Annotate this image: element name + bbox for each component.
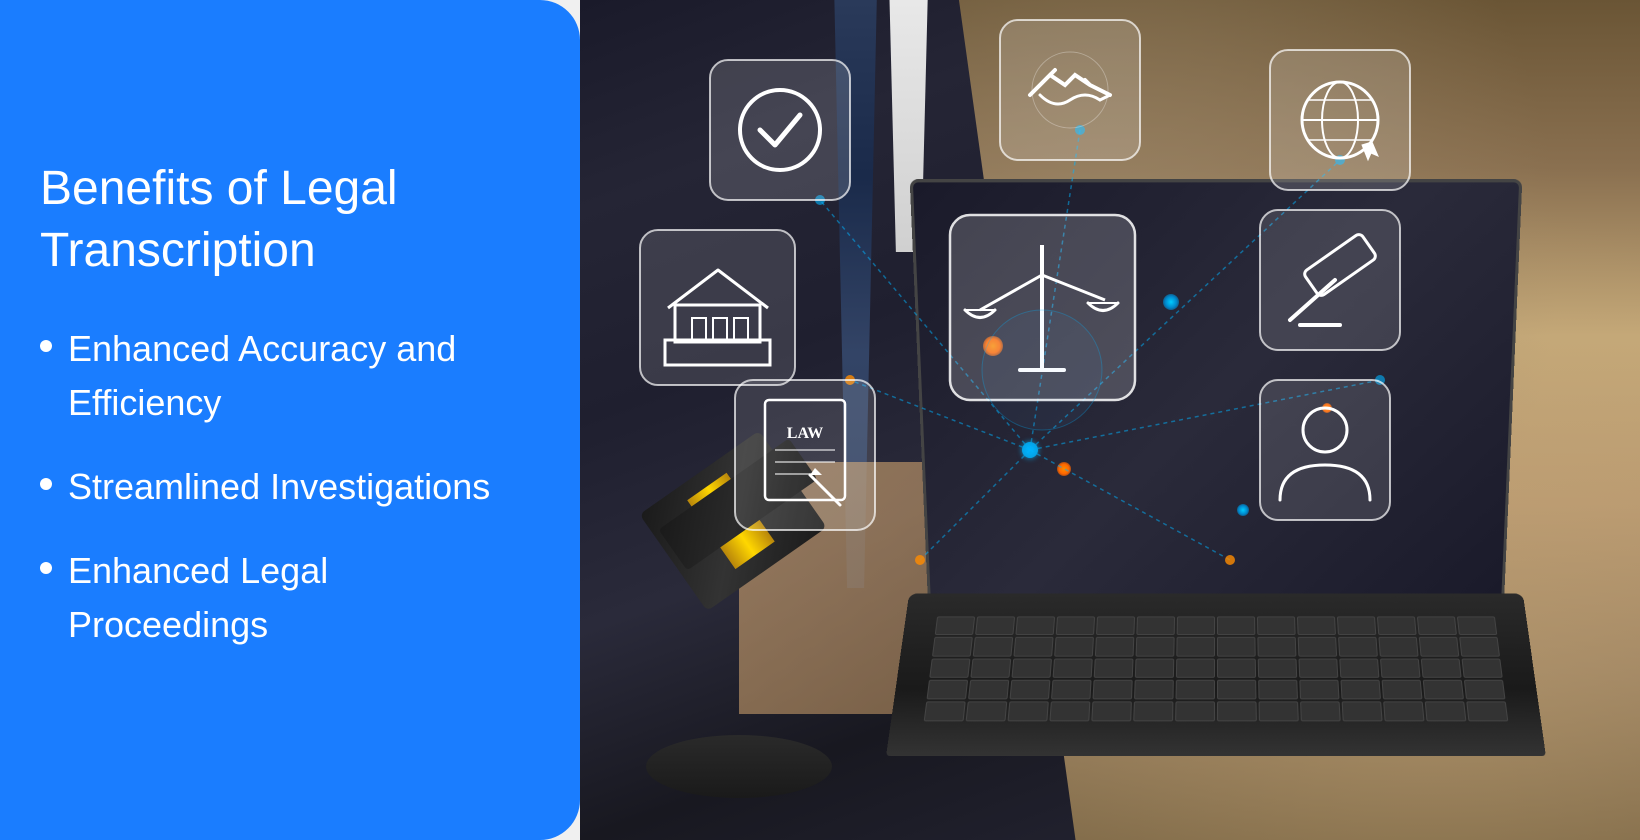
benefits-list: Enhanced Accuracy and Efficiency Streaml… [40,322,530,682]
glow-dot [983,336,1003,356]
handshake-card [1000,20,1140,160]
bullet-icon [40,562,52,574]
gavel [633,378,898,798]
bullet-icon [40,478,52,490]
scene-background: LAW [580,0,1640,840]
list-item: Streamlined Investigations [40,460,530,514]
right-panel: LAW [580,0,1640,840]
laptop-screen [910,179,1522,598]
glow-dot [1057,462,1071,476]
benefit-text-2: Streamlined Investigations [68,460,490,514]
left-panel: Benefits of Legal Transcription Enhanced… [0,0,580,840]
gavel-base [646,735,832,798]
list-item: Enhanced Accuracy and Efficiency [40,322,530,430]
globe-card [1270,50,1410,190]
benefit-text-3: Enhanced Legal Proceedings [68,544,530,652]
laptop-keyboard [923,617,1508,722]
panel-title: Benefits of Legal Transcription [40,158,530,283]
list-item: Enhanced Legal Proceedings [40,544,530,652]
benefit-text-1: Enhanced Accuracy and Efficiency [68,322,530,430]
laptop-base [886,594,1546,756]
glow-dot-blue [1163,294,1179,310]
bullet-icon [40,340,52,352]
